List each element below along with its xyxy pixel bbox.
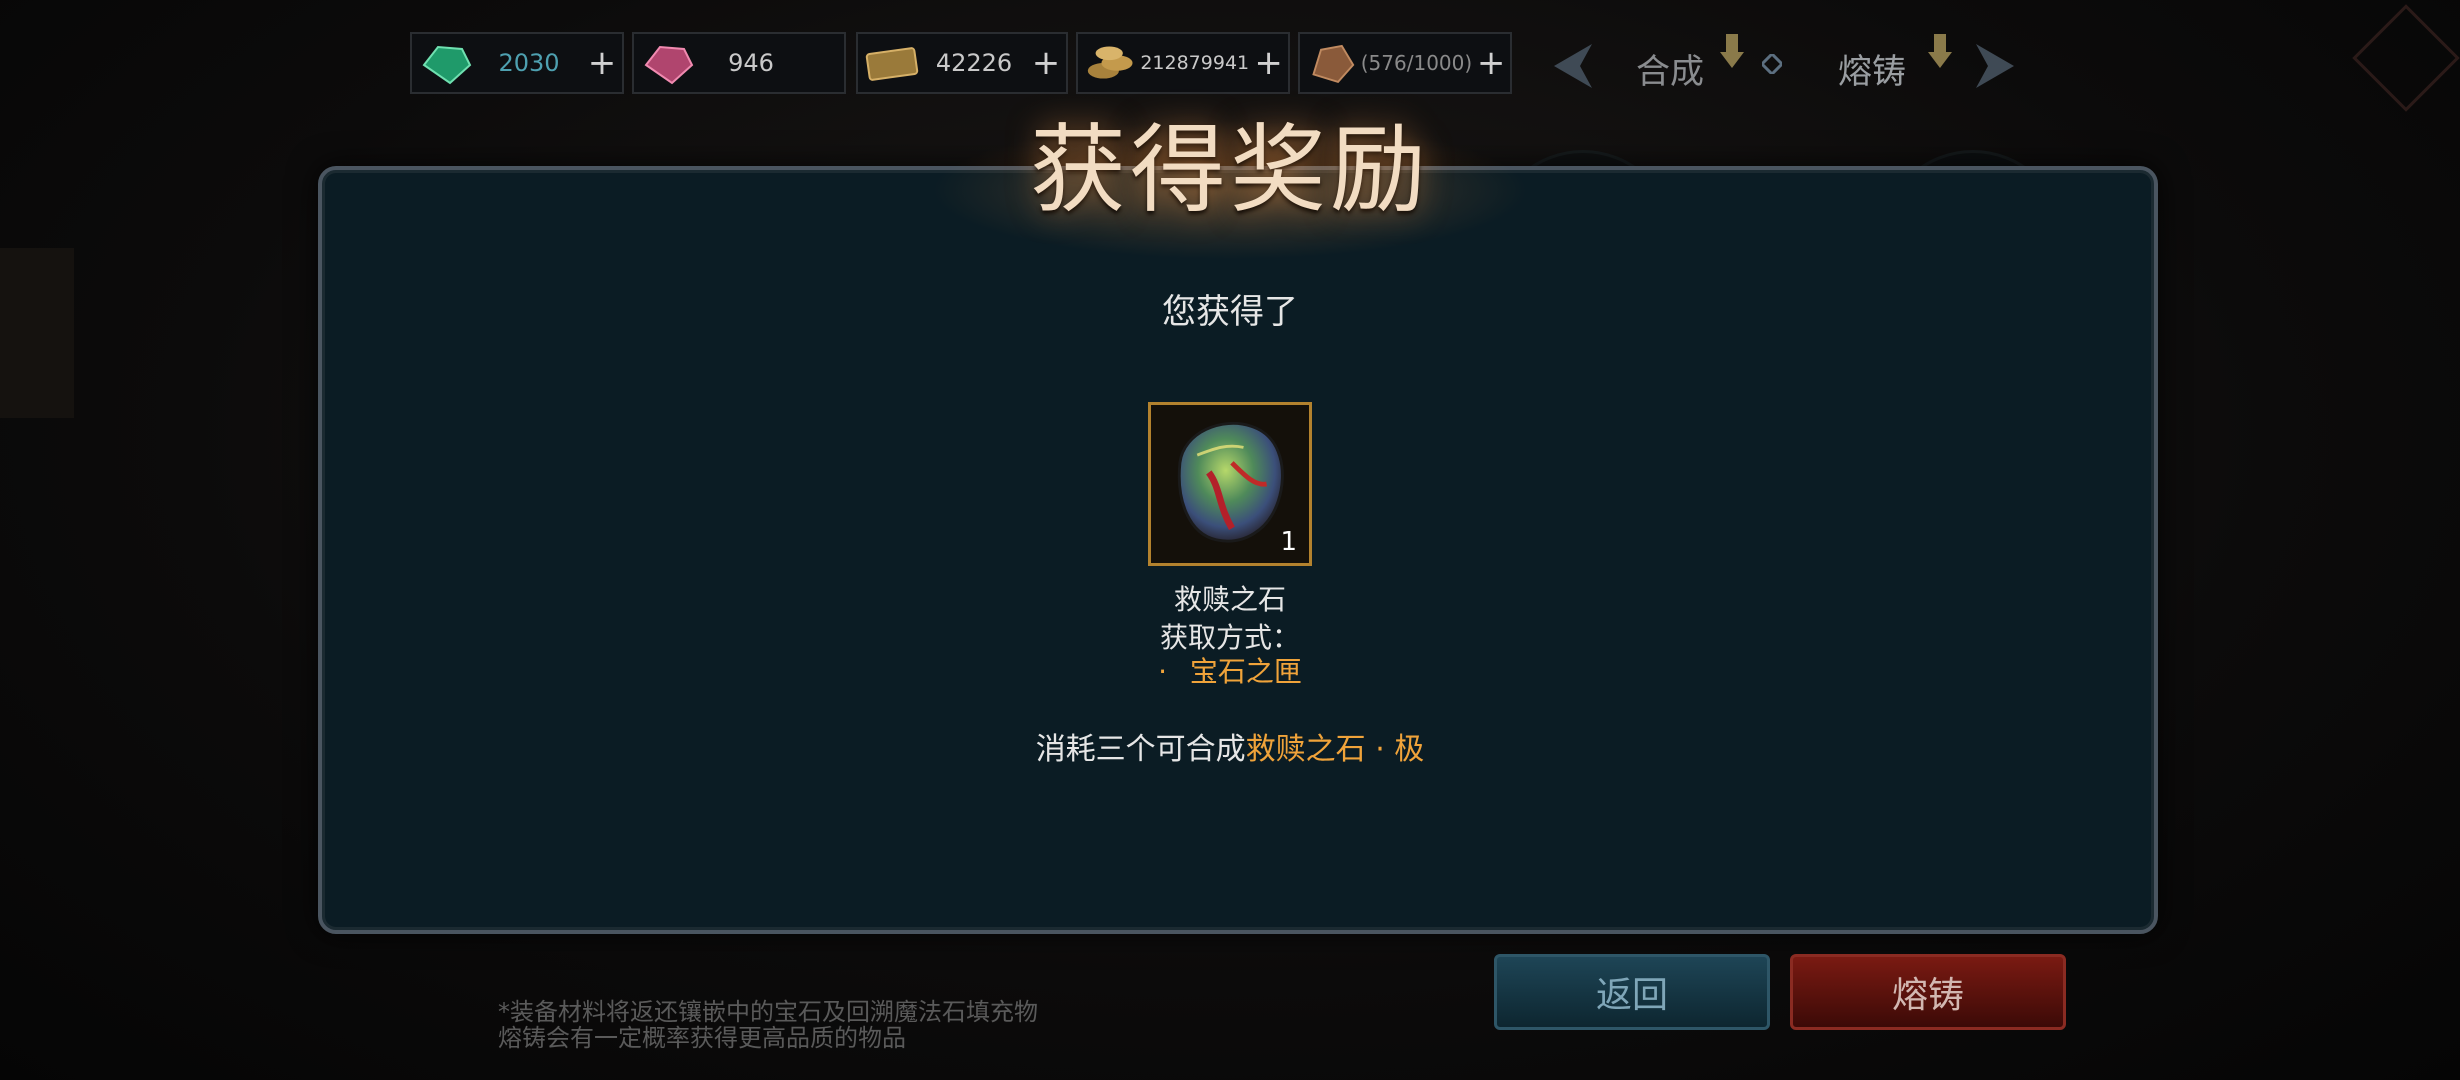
ticket-icon	[865, 47, 919, 81]
footnote-line-2: 熔铸会有一定概率获得更高品质的物品	[498, 1024, 906, 1052]
left-side-panel	[0, 248, 74, 418]
add-ticket-button[interactable]: +	[1026, 46, 1066, 80]
obtain-source: · 宝石之匣	[0, 650, 2460, 690]
gold-value: 212879941	[1140, 52, 1250, 74]
dialog-title: 获得奖励	[1030, 114, 1430, 226]
combine-target: 救赎之石 · 极	[1245, 732, 1425, 767]
resource-stamina: (576/1000) +	[1298, 32, 1512, 94]
left-arrow-icon[interactable]	[1542, 36, 1602, 96]
resource-green-gem: 2030 +	[410, 32, 624, 94]
ticket-value: 42226	[935, 49, 1013, 77]
diamond-icon	[1762, 54, 1782, 74]
resource-gold: 212879941 +	[1076, 32, 1290, 94]
bullet: ·	[1158, 655, 1167, 688]
tab-forge[interactable]: 熔铸	[1838, 44, 1906, 93]
add-stamina-button[interactable]: +	[1472, 46, 1510, 80]
combine-hint-prefix: 消耗三个可合成	[1035, 732, 1246, 767]
right-arrow-icon[interactable]	[1966, 36, 2026, 96]
back-button[interactable]: 返回	[1494, 954, 1770, 1030]
green-gem-value: 2030	[498, 49, 560, 77]
forge-button[interactable]: 熔铸	[1790, 954, 2066, 1030]
item-name: 救赎之石	[1173, 583, 1286, 616]
resource-red-gem: 946 +	[632, 32, 846, 94]
stamina-value: (576/1000)	[1360, 51, 1473, 75]
item-count: 1	[1280, 527, 1297, 557]
combine-hint: 消耗三个可合成救赎之石 · 极	[0, 724, 2460, 768]
gold-coins-icon	[1087, 46, 1133, 79]
tab-synthesize[interactable]: 合成	[1636, 44, 1704, 93]
down-arrow-icon	[1720, 34, 1744, 68]
dialog-subtitle: 您获得了	[1162, 292, 1298, 332]
add-gold-button[interactable]: +	[1249, 46, 1288, 80]
resource-ticket: 42226 +	[856, 32, 1068, 94]
ore-icon	[1312, 44, 1355, 83]
obtain-source-text[interactable]: 宝石之匣	[1190, 655, 1302, 688]
reward-item-slot[interactable]: 1	[1148, 402, 1312, 566]
down-arrow-icon	[1928, 34, 1952, 68]
add-green-gem-button[interactable]: +	[582, 46, 622, 80]
red-gem-icon	[644, 45, 694, 85]
red-gem-value: 946	[728, 49, 774, 77]
green-gem-icon	[422, 45, 472, 85]
